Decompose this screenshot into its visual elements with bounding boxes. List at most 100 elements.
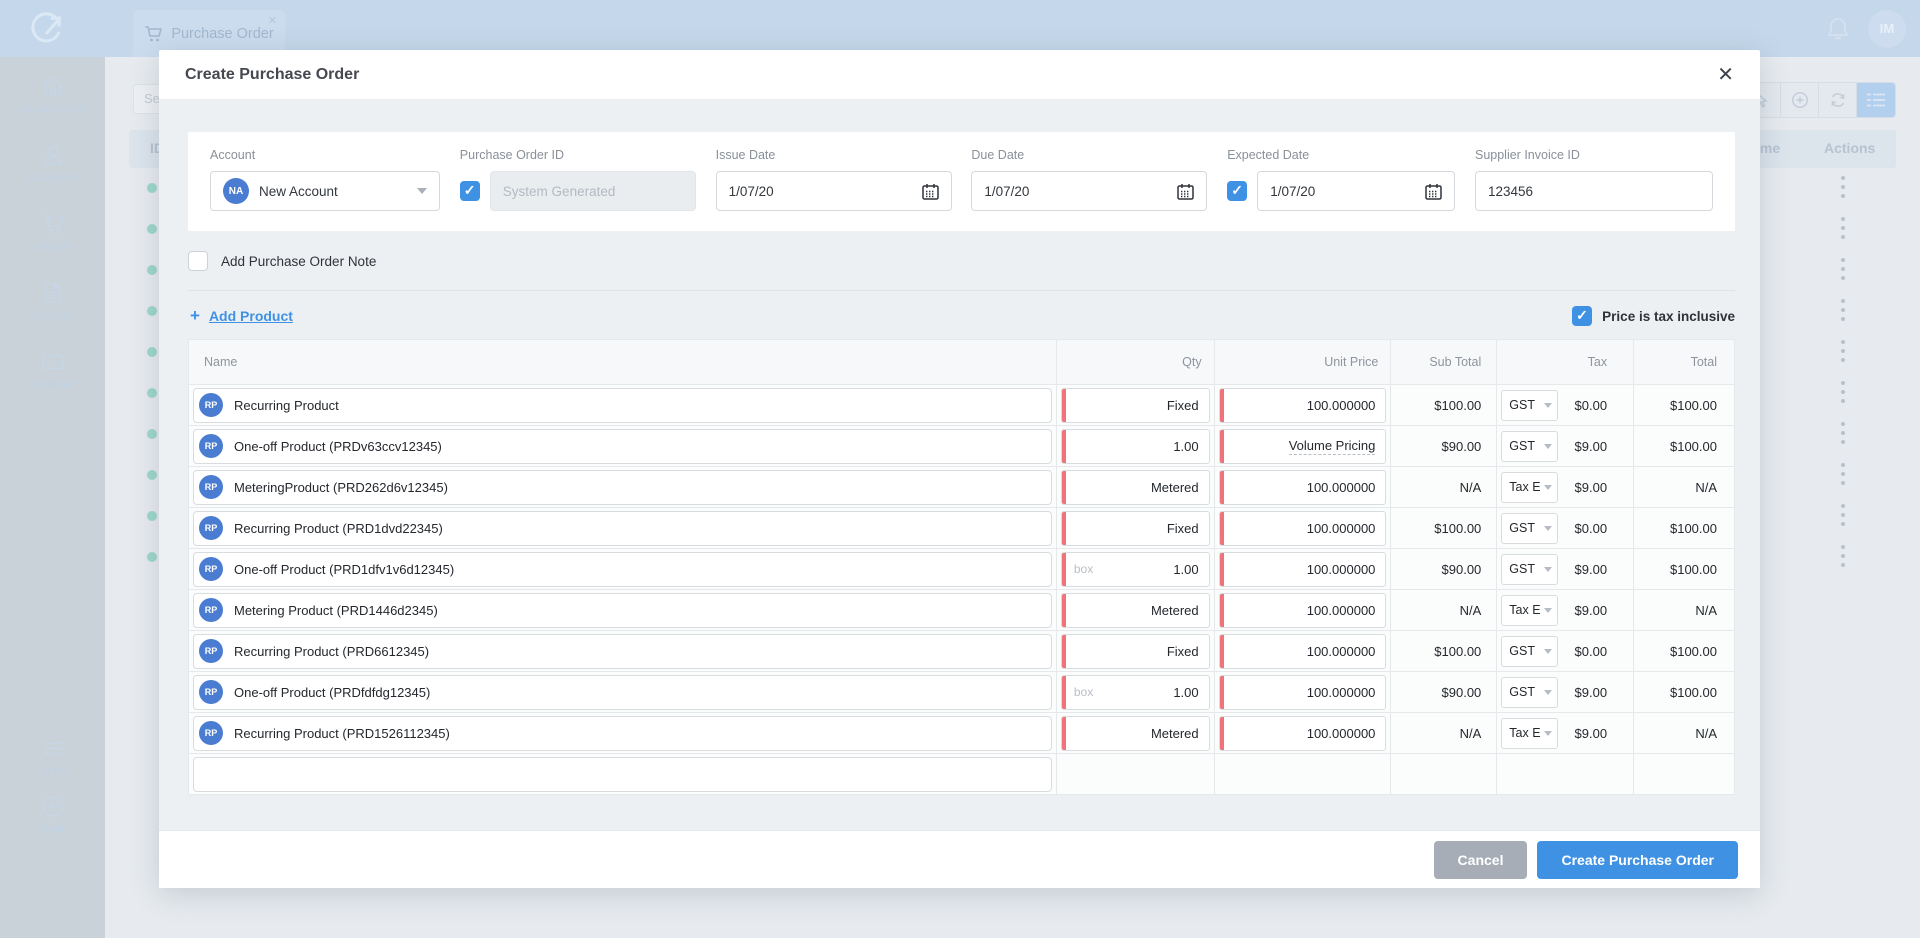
calendar-icon[interactable]	[1177, 183, 1194, 200]
sidebar-item-new[interactable]: NEW	[0, 793, 105, 835]
product-name-input[interactable]: RP MeteringProduct (PRD262d6v12345)	[193, 470, 1052, 505]
user-avatar[interactable]: IM	[1868, 10, 1906, 48]
kebab-menu-icon[interactable]	[1841, 504, 1845, 531]
tax-inclusive-checkbox[interactable]	[1572, 306, 1592, 326]
tax-select[interactable]: GST	[1501, 431, 1558, 462]
calendar-icon[interactable]	[1425, 183, 1442, 200]
sidebar-item-invoice[interactable]: INVOICE	[0, 280, 105, 322]
sidebar-item-dashboard[interactable]: DASHBOARD	[0, 73, 105, 115]
qty-input[interactable]: 1.00	[1061, 429, 1210, 464]
account-select[interactable]: NA New Account	[210, 171, 440, 211]
product-row	[189, 754, 1734, 795]
kebab-menu-icon[interactable]	[1841, 463, 1845, 490]
chevron-down-icon	[1544, 526, 1552, 531]
product-name-input[interactable]: RP Recurring Product (PRD1dvd22345)	[193, 511, 1052, 546]
product-name-input[interactable]: RP Recurring Product	[193, 388, 1052, 423]
qty-input[interactable]: Fixed	[1061, 388, 1210, 423]
unit-price-input[interactable]: 100.000000	[1219, 388, 1387, 423]
supplier-invoice-input[interactable]: 123456	[1475, 171, 1713, 211]
product-name-input[interactable]: RP Recurring Product (PRD6612345)	[193, 634, 1052, 669]
product-name-input[interactable]: RP Recurring Product (PRD1526112345)	[193, 716, 1052, 751]
refresh-tool-icon[interactable]	[1819, 83, 1857, 117]
tax-select[interactable]: GST	[1501, 636, 1558, 667]
tax-select[interactable]: GST	[1501, 390, 1558, 421]
tax-amount: $0.00	[1558, 521, 1633, 536]
tab-close-icon[interactable]: ✕	[268, 14, 277, 27]
add-product-link[interactable]: + Add Product	[190, 306, 293, 326]
tax-amount: $0.00	[1558, 644, 1633, 659]
product-avatar: RP	[199, 475, 223, 499]
kebab-menu-icon[interactable]	[1841, 258, 1845, 285]
tax-select[interactable]: Tax E..	[1501, 595, 1558, 626]
add-tool-icon[interactable]	[1781, 83, 1819, 117]
sidebar-item-account[interactable]: ACCOUNT	[0, 142, 105, 184]
tax-select[interactable]: Tax E..	[1501, 718, 1558, 749]
unit-price-value: 100.000000	[1307, 685, 1376, 700]
product-avatar: RP	[199, 639, 223, 663]
sidebar-item-payment[interactable]: PAYMENT	[0, 349, 105, 391]
expected-date-checkbox[interactable]	[1227, 181, 1247, 201]
tax-select[interactable]: GST	[1501, 677, 1558, 708]
qty-input[interactable]: Metered	[1061, 593, 1210, 628]
sidebar-item-order[interactable]: ORDER	[0, 211, 105, 253]
unit-price-input[interactable]: 100.000000	[1219, 511, 1387, 546]
status-dot	[147, 552, 157, 562]
account-label: Account	[210, 148, 440, 162]
po-id-input[interactable]: System Generated	[490, 171, 696, 211]
kebab-menu-icon[interactable]	[1841, 176, 1845, 203]
total-value: N/A	[1695, 603, 1717, 618]
qty-value: Metered	[1151, 480, 1199, 495]
kebab-menu-icon[interactable]	[1841, 545, 1845, 572]
qty-input[interactable]: Fixed	[1061, 511, 1210, 546]
po-id-checkbox[interactable]	[460, 181, 480, 201]
list-view-tool-icon[interactable]	[1857, 83, 1895, 117]
qty-value: Metered	[1151, 726, 1199, 741]
issue-date-input[interactable]: 1/07/20	[716, 171, 952, 211]
po-id-placeholder: System Generated	[503, 184, 616, 199]
kebab-menu-icon[interactable]	[1841, 381, 1845, 408]
unit-price-input[interactable]: 100.000000	[1219, 716, 1387, 751]
qty-input[interactable]: box 1.00	[1061, 675, 1210, 710]
issue-date-label: Issue Date	[716, 148, 952, 162]
product-name-input[interactable]: RP One-off Product (PRDv63ccv12345)	[193, 429, 1052, 464]
product-row: RP One-off Product (PRD1dfv1v6d12345) bo…	[189, 549, 1734, 590]
kebab-menu-icon[interactable]	[1841, 340, 1845, 367]
unit-price-input[interactable]: 100.000000	[1219, 634, 1387, 669]
product-name: Recurring Product	[234, 398, 339, 413]
sidebar-item-to-do[interactable]: TO DO	[0, 735, 105, 777]
status-dot	[147, 347, 157, 357]
calendar-icon[interactable]	[922, 183, 939, 200]
chevron-down-icon	[1544, 731, 1552, 736]
total-value: $100.00	[1670, 398, 1717, 413]
product-name-input[interactable]	[193, 757, 1052, 792]
product-name-input[interactable]: RP Metering Product (PRD1446d2345)	[193, 593, 1052, 628]
tax-code: GST	[1509, 439, 1541, 453]
kebab-menu-icon[interactable]	[1841, 422, 1845, 449]
kebab-menu-icon[interactable]	[1841, 299, 1845, 326]
qty-input[interactable]: box 1.00	[1061, 552, 1210, 587]
unit-price-input[interactable]: 100.000000	[1219, 675, 1387, 710]
product-name-input[interactable]: RP One-off Product (PRD1dfv1v6d12345)	[193, 552, 1052, 587]
col-unit-price: Unit Price	[1215, 340, 1392, 385]
tax-select[interactable]: GST	[1501, 554, 1558, 585]
tax-select[interactable]: GST	[1501, 513, 1558, 544]
bell-icon[interactable]	[1826, 16, 1850, 42]
product-name-input[interactable]: RP One-off Product (PRDfdfdg12345)	[193, 675, 1052, 710]
unit-price-input[interactable]: 100.000000	[1219, 593, 1387, 628]
expected-date-input[interactable]: 1/07/20	[1257, 171, 1455, 211]
tax-select[interactable]: Tax E..	[1501, 472, 1558, 503]
unit-price-input[interactable]: 100.000000	[1219, 470, 1387, 505]
qty-input[interactable]: Metered	[1061, 470, 1210, 505]
add-note-checkbox[interactable]	[188, 251, 208, 271]
kebab-menu-icon[interactable]	[1841, 217, 1845, 244]
unit-price-input[interactable]: 100.000000	[1219, 552, 1387, 587]
unit-price-input[interactable]: Volume Pricing	[1219, 429, 1387, 464]
qty-input[interactable]: Metered	[1061, 716, 1210, 751]
card-icon	[40, 349, 66, 375]
modal-close-icon[interactable]: ✕	[1717, 65, 1734, 85]
cancel-button[interactable]: Cancel	[1434, 841, 1528, 879]
create-purchase-order-button[interactable]: Create Purchase Order	[1537, 841, 1738, 879]
qty-input[interactable]: Fixed	[1061, 634, 1210, 669]
due-date-input[interactable]: 1/07/20	[971, 171, 1207, 211]
product-row: RP MeteringProduct (PRD262d6v12345) Mete…	[189, 467, 1734, 508]
